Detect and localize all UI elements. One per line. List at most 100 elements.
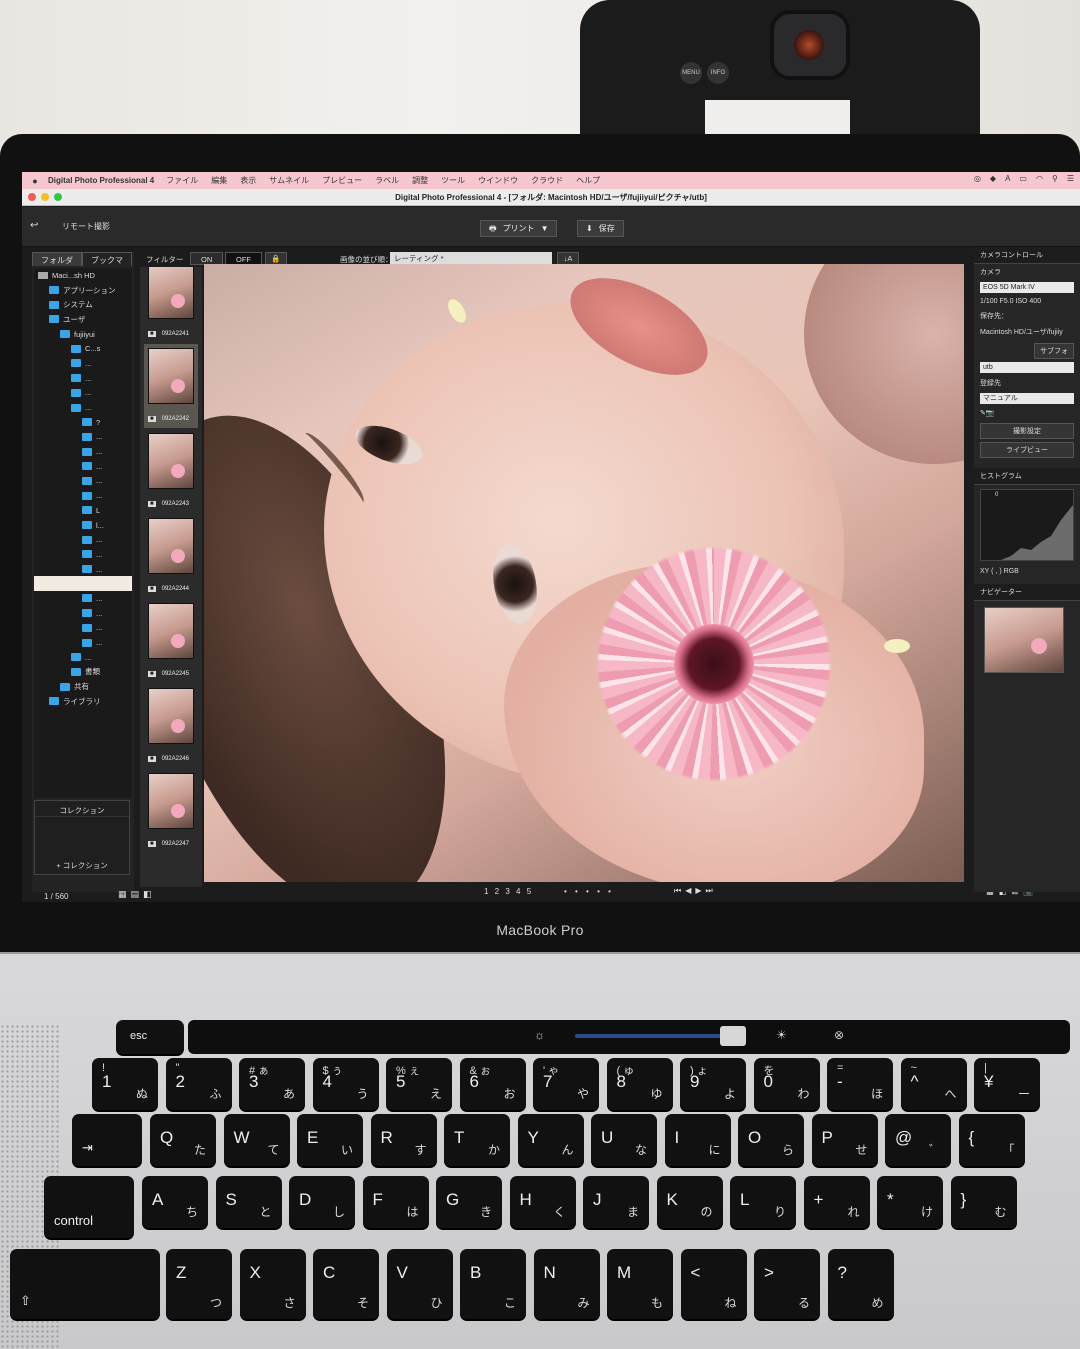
- keyboard-key[interactable]: | ¥ ー: [974, 1058, 1040, 1110]
- folder-tree-item[interactable]: ...: [34, 606, 132, 621]
- close-touchbar-icon[interactable]: ⊗: [834, 1028, 844, 1042]
- folder-tree-item[interactable]: fujiiyui: [34, 327, 132, 342]
- keyboard-key[interactable]: Dし: [289, 1176, 355, 1228]
- navigation-buttons[interactable]: ⏮◀▶⏭: [674, 886, 717, 896]
- back-arrow-icon[interactable]: ↩: [30, 220, 38, 231]
- keyboard-key[interactable]: Sと: [215, 1176, 282, 1228]
- folder-tree-item[interactable]: ...: [34, 371, 132, 386]
- control-key[interactable]: control: [44, 1176, 134, 1238]
- folder-tree-item[interactable]: ...: [34, 356, 132, 371]
- keyboard-key[interactable]: Gき: [436, 1176, 502, 1228]
- folder-tree-item[interactable]: ...: [34, 488, 132, 503]
- folder-name-field[interactable]: utb: [980, 362, 1074, 373]
- layout-buttons[interactable]: ▦▤◧: [118, 889, 156, 900]
- live-view-button[interactable]: ライブビュー: [980, 442, 1074, 458]
- folder-tree-item[interactable]: ライブラリ: [34, 694, 132, 709]
- keyboard-key[interactable]: ~ ^ へ: [900, 1058, 967, 1110]
- save-button[interactable]: ⬇ 保存: [577, 220, 624, 237]
- folder-tree-item[interactable]: 共有: [34, 679, 132, 694]
- keyboard-key[interactable]: Uな: [591, 1114, 657, 1166]
- esc-key[interactable]: esc: [116, 1020, 184, 1054]
- thumbnail[interactable]: ■ 092A2246: [144, 684, 198, 768]
- folder-tree-item[interactable]: [34, 576, 132, 592]
- navigator-thumbnail[interactable]: [984, 607, 1064, 673]
- battery-icon[interactable]: ▭: [1019, 174, 1027, 183]
- register-select[interactable]: マニュアル: [980, 393, 1074, 404]
- keyboard-key[interactable]: + れ: [803, 1176, 870, 1228]
- folder-tree-item[interactable]: 書類: [34, 665, 132, 680]
- close-window-button[interactable]: [28, 193, 36, 201]
- folder-tree-item[interactable]: ...: [34, 591, 132, 606]
- apple-icon[interactable]: ●: [22, 176, 48, 186]
- keyboard-key[interactable]: Lり: [730, 1176, 796, 1228]
- keyboard-key[interactable]: ? め: [827, 1249, 894, 1319]
- add-collection-button[interactable]: + コレクション: [35, 860, 129, 871]
- folder-tree-item[interactable]: ...: [34, 562, 132, 577]
- folder-tree-item[interactable]: ?: [34, 415, 132, 430]
- app-menu[interactable]: Digital Photo Professional 4: [48, 176, 154, 185]
- keyboard-key[interactable]: Jま: [583, 1176, 649, 1228]
- menu-label[interactable]: ラベル: [375, 175, 399, 186]
- folder-tree-item[interactable]: ...: [34, 547, 132, 562]
- tools-icons[interactable]: ✎📷: [974, 406, 1080, 420]
- keyboard-key[interactable]: Zつ: [166, 1249, 232, 1319]
- keyboard-key[interactable]: Cそ: [313, 1249, 379, 1319]
- keyboard-key[interactable]: < ね: [680, 1249, 747, 1319]
- wifi-icon[interactable]: ◠: [1036, 174, 1043, 183]
- subfolder-button[interactable]: サブフォ: [1034, 343, 1074, 359]
- keyboard-key[interactable]: Kの: [656, 1176, 723, 1228]
- folder-tree-item[interactable]: ...: [34, 459, 132, 474]
- keyboard-key[interactable]: * け: [877, 1176, 943, 1228]
- folder-tree-item[interactable]: システム: [34, 297, 132, 312]
- touch-bar[interactable]: ☼ ☀ ⊗: [188, 1020, 1070, 1054]
- menu-adjust[interactable]: 調整: [412, 175, 428, 186]
- thumbnail[interactable]: ■ 092A2242: [144, 344, 198, 428]
- keyboard-key[interactable]: を0わ: [753, 1058, 820, 1110]
- thumbnail[interactable]: ■ 092A2247: [144, 769, 198, 853]
- folder-tree-item[interactable]: ユーザ: [34, 312, 132, 327]
- keyboard-key[interactable]: Bこ: [460, 1249, 526, 1319]
- menu-preview[interactable]: プレビュー: [322, 175, 362, 186]
- folder-tree-item[interactable]: L: [34, 503, 132, 518]
- keyboard-key[interactable]: ) ょ9よ: [680, 1058, 746, 1110]
- keyboard-key[interactable]: Aち: [142, 1176, 208, 1228]
- keyboard-key[interactable]: ( ゅ8ゆ: [606, 1058, 673, 1110]
- keyboard-key[interactable]: Iに: [664, 1114, 731, 1166]
- shift-key[interactable]: ⇧: [10, 1249, 160, 1319]
- print-button[interactable]: 🖶 プリント ▼: [480, 220, 558, 237]
- keyboard-key[interactable]: % ぇ5え: [386, 1058, 452, 1110]
- keyboard-key[interactable]: Oら: [738, 1114, 804, 1166]
- keyboard-key[interactable]: Xさ: [239, 1249, 306, 1319]
- control-center-icon[interactable]: ☰: [1067, 174, 1074, 183]
- menu-view[interactable]: 表示: [240, 175, 256, 186]
- thumbnail[interactable]: ■ 092A2243: [144, 429, 198, 513]
- menu-edit[interactable]: 編集: [211, 175, 227, 186]
- keyboard-key[interactable]: @ ゛: [885, 1114, 951, 1166]
- shooting-settings-button[interactable]: 撮影設定: [980, 423, 1074, 439]
- menu-file[interactable]: ファイル: [166, 175, 198, 186]
- keyboard-key[interactable]: ' ゃ7や: [533, 1058, 599, 1110]
- folder-tree-item[interactable]: ...: [34, 444, 132, 459]
- keyboard-key[interactable]: Nみ: [533, 1249, 600, 1319]
- rating-dots[interactable]: • • • • •: [564, 887, 614, 896]
- portrait-photo[interactable]: [204, 264, 964, 882]
- keyboard-key[interactable]: & ぉ6お: [459, 1058, 526, 1110]
- folder-tree-item[interactable]: l...: [34, 518, 132, 533]
- menu-cloud[interactable]: クラウド: [531, 175, 563, 186]
- brightness-up-icon[interactable]: ☀: [776, 1028, 787, 1042]
- keyboard-key[interactable]: ! 1 ぬ: [92, 1058, 158, 1110]
- tab-key[interactable]: ⇥: [72, 1114, 142, 1166]
- keyboard-key[interactable]: = - ほ: [827, 1058, 893, 1110]
- folder-tree-item[interactable]: Maci...sh HD: [34, 268, 132, 283]
- brightness-down-icon[interactable]: ☼: [534, 1028, 545, 1042]
- camera-model-field[interactable]: EOS 5D Mark IV: [980, 282, 1074, 293]
- keyboard-key[interactable]: Yん: [517, 1114, 584, 1166]
- keyboard-key[interactable]: Eい: [297, 1114, 363, 1166]
- keyboard-key[interactable]: Mも: [607, 1249, 673, 1319]
- keyboard-key[interactable]: Rす: [370, 1114, 437, 1166]
- rating-stars[interactable]: 1 2 3 4 5: [484, 887, 533, 896]
- folder-tree-item[interactable]: ...: [34, 386, 132, 401]
- keyboard-key[interactable]: Tか: [444, 1114, 510, 1166]
- thumbnail[interactable]: ■ 092A2241: [144, 267, 198, 343]
- tab-bookmark[interactable]: ブックマ: [82, 252, 132, 266]
